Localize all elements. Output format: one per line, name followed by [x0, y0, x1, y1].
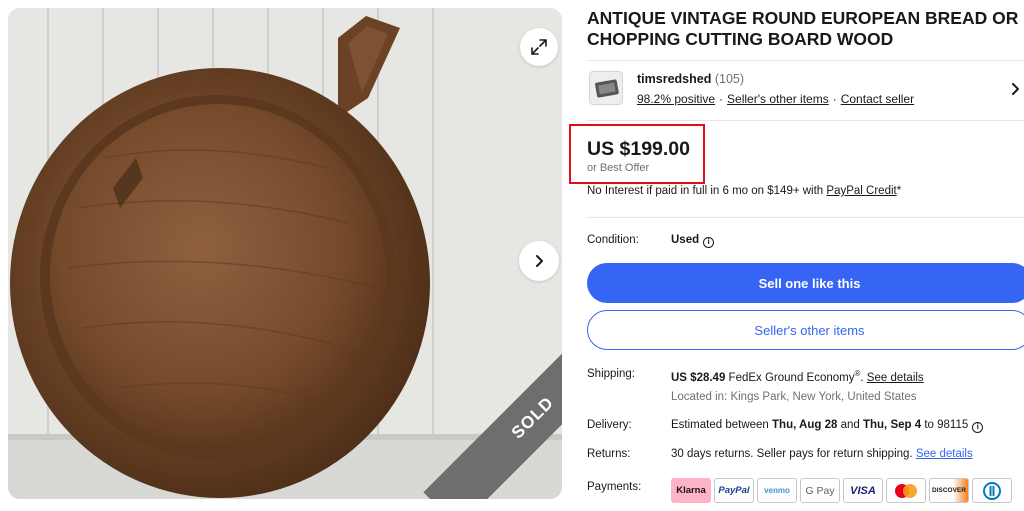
seller-positive-link[interactable]: 98.2% positive [637, 92, 715, 106]
financing-text: No Interest if paid in full in 6 mo on $… [587, 185, 901, 197]
expand-icon [531, 39, 547, 55]
returns-text: 30 days returns. Seller pays for return … [671, 448, 916, 460]
image-gallery[interactable]: SOLD [8, 8, 562, 499]
divider [587, 60, 1024, 61]
paypal-credit-link[interactable]: PayPal Credit [826, 185, 896, 197]
delivery-date-end: Thu, Sep 4 [862, 419, 922, 431]
returns-label: Returns: [587, 448, 631, 460]
google-pay-icon: G Pay [800, 478, 840, 503]
shipping-location: Located in: Kings Park, New York, United… [671, 391, 916, 403]
separator-dot: · [832, 92, 837, 106]
diners-club-icon [972, 478, 1012, 503]
discover-icon: DISCOVER [929, 478, 969, 503]
shipping-location-text: Located in: Kings Park, New York, United… [671, 391, 917, 403]
seller-card[interactable]: timsredshed (105) 98.2% positive · Seller'… [587, 70, 1024, 114]
listing-title: ANTIQUE VINTAGE ROUND EUROPEAN BREAD OR … [587, 8, 1019, 49]
condition-text: Used [671, 234, 700, 246]
delivery-prefix: Estimated between [671, 419, 773, 431]
shipping-service: FedEx Ground Economy [725, 371, 855, 384]
condition-label: Condition: [587, 234, 639, 246]
returns-value: 30 days returns. Seller pays for return … [671, 448, 973, 460]
contact-seller-link[interactable]: Contact seller [841, 92, 914, 106]
sellers-other-items-button[interactable]: Seller's other items [587, 310, 1024, 350]
seller-feedback-count: (105) [714, 72, 745, 86]
sell-one-like-this-button[interactable]: Sell one like this [587, 263, 1024, 303]
chevron-right-icon [536, 255, 543, 267]
shipping-label: Shipping: [587, 368, 635, 380]
financing-prefix: No Interest if paid in full in 6 mo on $… [587, 185, 827, 197]
info-icon[interactable]: i [972, 422, 984, 433]
financing-suffix: * [896, 185, 902, 197]
seller-other-items-link[interactable]: Seller's other items [727, 92, 829, 106]
separator-dot: · [719, 92, 724, 106]
condition-value: Used i [671, 234, 715, 248]
venmo-icon: venmo [757, 478, 797, 503]
shipping-value: US $28.49 FedEx Ground Economy®. See det… [671, 369, 924, 384]
listing-details-panel: ANTIQUE VINTAGE ROUND EUROPEAN BREAD OR … [569, 0, 1024, 511]
chevron-right-icon[interactable] [1010, 82, 1022, 96]
shipping-see-details-link[interactable]: See details [867, 372, 924, 384]
mastercard-icon [886, 478, 926, 503]
delivery-suffix: to 98115 [921, 419, 969, 431]
seller-name[interactable]: timsredshed [637, 72, 711, 86]
expand-image-button[interactable] [520, 28, 558, 66]
payment-methods: Klarna PayPal venmo G Pay VISA DISCOVER [671, 478, 1012, 503]
seller-links: 98.2% positive · Seller's other items · Cont… [637, 92, 914, 106]
delivery-and: and [837, 419, 863, 431]
seller-name-row: timsredshed (105) [637, 72, 744, 86]
next-image-button[interactable] [519, 241, 559, 281]
product-photo[interactable] [8, 8, 562, 499]
best-offer-label: or Best Offer [587, 162, 650, 174]
returns-see-details-link[interactable]: See details [916, 448, 973, 460]
payments-label: Payments: [587, 481, 642, 493]
divider [587, 120, 1024, 121]
visa-icon: VISA [843, 478, 883, 503]
delivery-date-start: Thu, Aug 28 [772, 419, 838, 431]
klarna-icon: Klarna [671, 478, 711, 503]
delivery-label: Delivery: [587, 419, 632, 431]
seller-avatar[interactable] [589, 71, 623, 105]
price: US $199.00 [587, 138, 690, 160]
shipping-price: US $28.49 [671, 371, 726, 384]
divider [587, 217, 1024, 218]
delivery-value: Estimated between Thu, Aug 28 and Thu, S… [671, 419, 984, 433]
info-icon[interactable]: i [703, 237, 715, 248]
paypal-icon: PayPal [714, 478, 754, 503]
